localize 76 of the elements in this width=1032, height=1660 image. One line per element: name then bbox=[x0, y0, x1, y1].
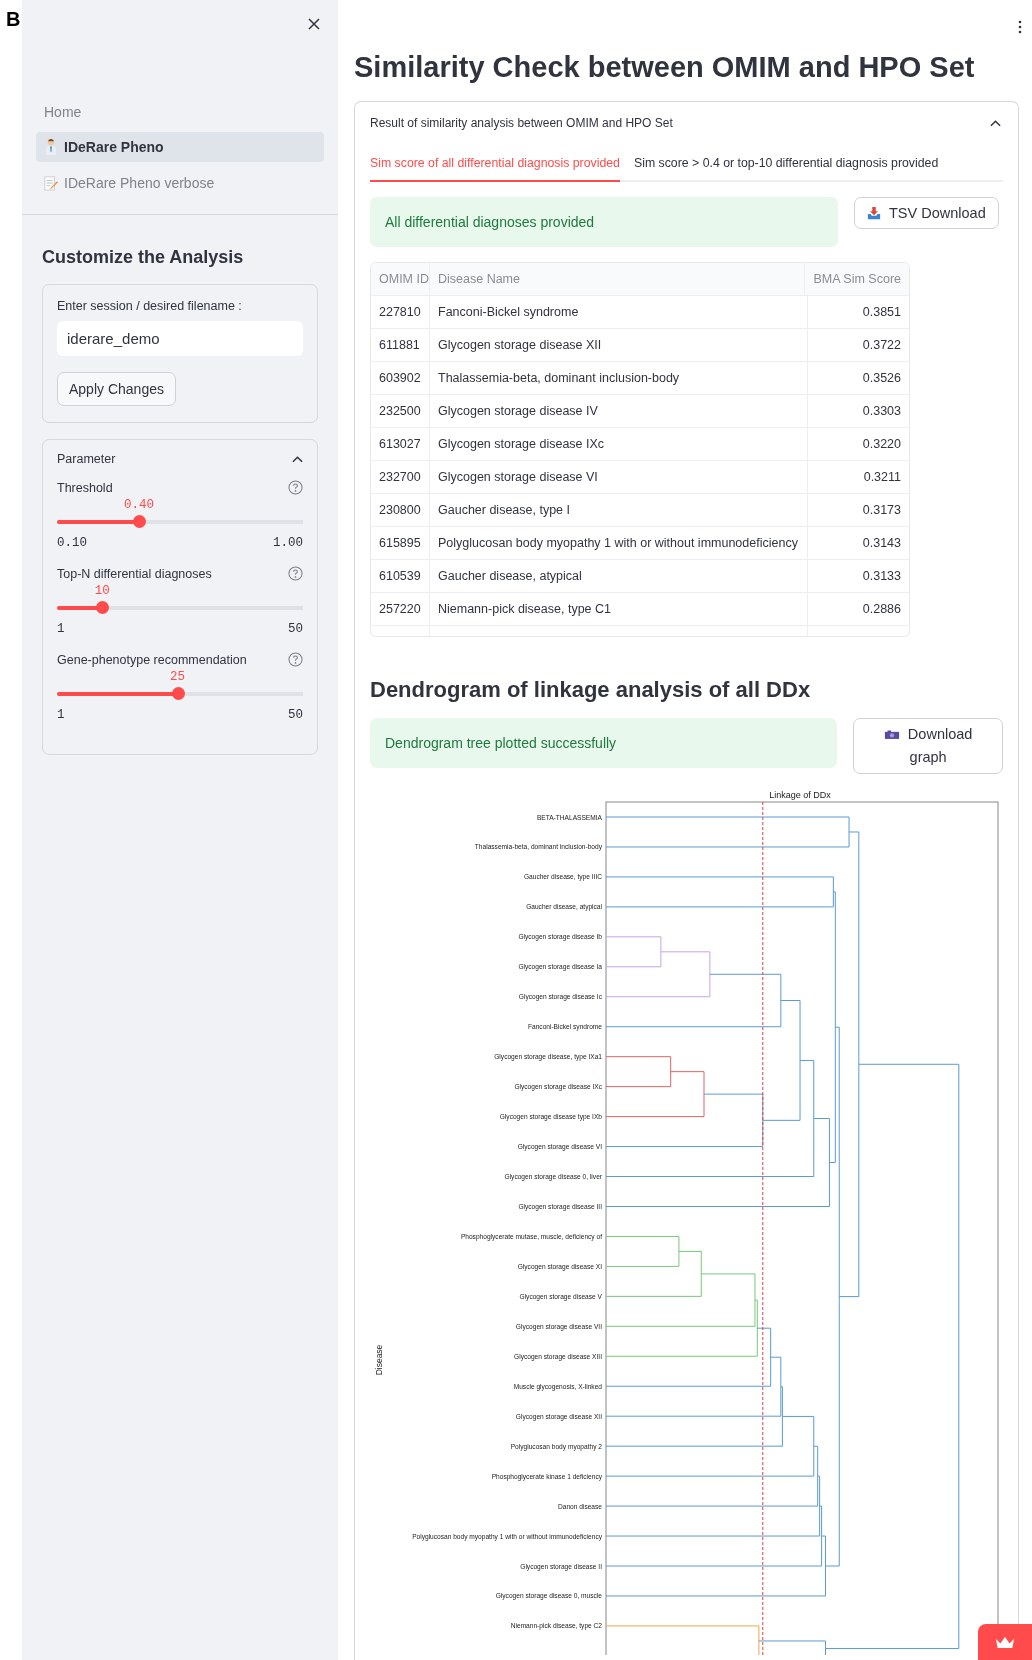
slider-label: Top-N differential diagnoses bbox=[57, 566, 212, 581]
section-title: Dendrogram of linkage analysis of all DDx bbox=[370, 677, 812, 703]
more-icon[interactable] bbox=[1018, 20, 1022, 34]
table-cell: 230800 bbox=[371, 494, 430, 526]
table-cell: 611881 bbox=[371, 329, 430, 361]
slider-label: Gene-phenotype recommendation bbox=[57, 652, 247, 667]
slider-min: 0.10 bbox=[57, 536, 87, 550]
table-cell-text: 0.3211 bbox=[862, 469, 902, 486]
close-icon[interactable] bbox=[308, 18, 320, 30]
page-title: Similarity Check between OMIM and HPO Set bbox=[354, 51, 976, 84]
slider-thumb[interactable] bbox=[171, 687, 185, 700]
table-cell: Fanconi-Bickel syndrome bbox=[430, 296, 808, 328]
help-icon[interactable] bbox=[288, 480, 303, 495]
slider-max: 50 bbox=[288, 622, 303, 636]
slider-thumb[interactable] bbox=[96, 601, 110, 614]
table-cell-text: 0.3173 bbox=[861, 502, 902, 519]
slider-value: 10 bbox=[94, 584, 110, 598]
expander-title: Parameter bbox=[57, 452, 116, 466]
table-cell-text: 0.3303 bbox=[861, 403, 902, 420]
download-icon bbox=[867, 206, 881, 220]
download-button[interactable]: Download graph bbox=[853, 718, 1003, 774]
table-cell: 232700 bbox=[371, 461, 430, 493]
tab[interactable]: Sim score > 0.4 or top-10 differential diagnosis provided bbox=[633, 146, 939, 182]
table-cell: 603902 bbox=[371, 362, 430, 394]
help-icon[interactable] bbox=[288, 566, 303, 581]
memo-icon bbox=[44, 174, 58, 192]
apply-button[interactable]: Apply Changes bbox=[57, 372, 176, 406]
figure-label: B bbox=[6, 8, 21, 31]
table-cell: 227810 bbox=[371, 296, 430, 328]
table-cell-text: 0.3851 bbox=[861, 304, 902, 321]
chart-title: Linkage of DDx bbox=[769, 790, 831, 800]
section-title: Customize the Analysis bbox=[42, 247, 245, 268]
table-cell: Gaucher disease, atypical bbox=[430, 560, 808, 592]
table-cell: 615895 bbox=[371, 527, 430, 559]
success-message: All differential diagnoses provided bbox=[370, 197, 838, 247]
crown-icon bbox=[994, 1635, 1016, 1649]
nav-link[interactable]: IDeRare Pheno bbox=[36, 132, 324, 162]
help-icon[interactable] bbox=[288, 652, 303, 667]
slider-value: 0.40 bbox=[123, 498, 154, 512]
table-cell-text: 0.2886 bbox=[861, 601, 902, 618]
field-label: Enter session / desired filename : bbox=[57, 299, 243, 313]
table-cell-text: 0.3722 bbox=[861, 337, 902, 354]
table-cell: Thalassemia-beta, dominant inclusion-body bbox=[430, 362, 808, 394]
table-cell: 232500 bbox=[371, 395, 430, 427]
nav-link[interactable]: IDeRare Pheno verbose bbox=[36, 168, 324, 198]
table-cell: 257220 bbox=[371, 593, 430, 625]
table-cell-text: 0.3133 bbox=[861, 568, 902, 585]
slider-thumb[interactable] bbox=[132, 515, 146, 528]
table-cell-text: 0.3143 bbox=[861, 535, 902, 552]
camera-icon bbox=[883, 729, 900, 740]
chevron-icon[interactable] bbox=[292, 455, 303, 463]
crown-button[interactable] bbox=[978, 1624, 1032, 1660]
table-cell: 613027 bbox=[371, 428, 430, 460]
table-cell-text: 0.3220 bbox=[861, 436, 902, 453]
person-icon bbox=[44, 138, 58, 156]
table-cell-text: 0.3526 bbox=[861, 370, 902, 387]
slider-max: 1.00 bbox=[273, 536, 303, 550]
slider-min: 1 bbox=[57, 708, 65, 722]
success-message: Dendrogram tree plotted successfully bbox=[370, 718, 838, 768]
slider-value: 25 bbox=[170, 670, 186, 684]
expander-title: Result of similarity analysis between OMIM and HPO Set bbox=[370, 116, 673, 130]
filename-field[interactable]: iderare_demo bbox=[57, 321, 303, 356]
table-cell: Glycogen storage disease IXc bbox=[430, 428, 808, 460]
table-cell: Polyglucosan body myopathy 1 with or without immunodeficiency bbox=[430, 527, 808, 559]
download-button[interactable]: TSV Download bbox=[854, 197, 999, 229]
table-cell: Glycogen storage disease VI bbox=[430, 461, 808, 493]
slider-label: Threshold bbox=[57, 480, 113, 495]
chevron-icon[interactable] bbox=[990, 119, 1001, 127]
table-cell: Gaucher disease, type I bbox=[430, 494, 808, 526]
slider-max: 50 bbox=[288, 708, 303, 722]
table-cell: 610539 bbox=[371, 560, 430, 592]
slider-min: 1 bbox=[57, 622, 65, 636]
axis-label: Disease bbox=[374, 1344, 384, 1376]
table-cell: Glycogen storage disease XII bbox=[430, 329, 808, 361]
table-cell: Glycogen storage disease IV bbox=[430, 395, 808, 427]
table-cell: Niemann-pick disease, type C1 bbox=[430, 593, 808, 625]
